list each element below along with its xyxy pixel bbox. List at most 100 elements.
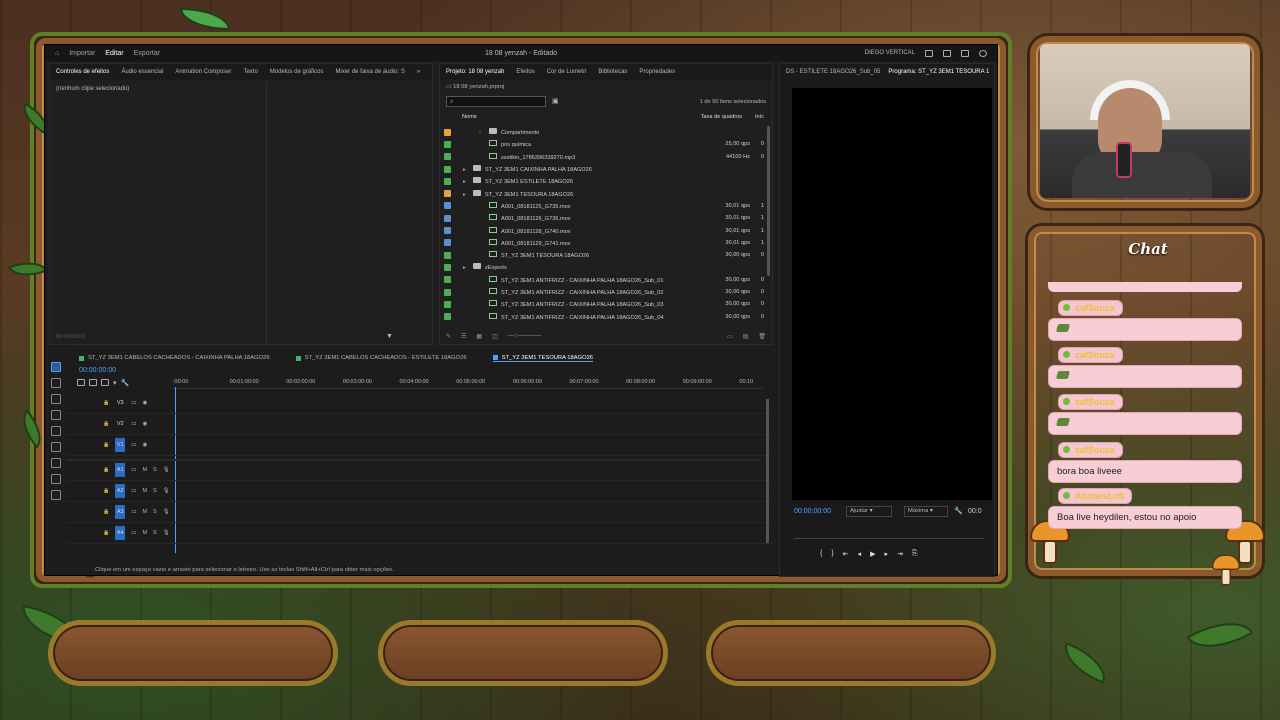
label-color-swatch[interactable] [444, 239, 451, 247]
voiceover-icon[interactable]: 🎙 [163, 488, 170, 494]
pen-tool-icon[interactable] [51, 442, 61, 452]
label-color-swatch[interactable] [444, 313, 451, 321]
project-item[interactable]: ▸ zExports [440, 261, 772, 273]
sync-lock-icon[interactable]: ▭ [131, 400, 136, 406]
track-target[interactable]: V1 [115, 438, 126, 452]
project-item[interactable]: ▸ ST_YZ 3EM1 TESOURA 18AGO26 [440, 187, 772, 199]
sequence-tab-2[interactable]: ST_YZ 3EM1 CABELOS CACHEADOS - ESTILETE … [295, 355, 467, 361]
tab-export[interactable]: Exportar [134, 50, 160, 57]
new-bin-icon[interactable]: ▭ [727, 333, 733, 340]
label-color-swatch[interactable] [444, 165, 451, 173]
project-item[interactable]: › Compartimento [440, 126, 772, 138]
mark-out-icon[interactable]: } [831, 550, 833, 558]
chat-username[interactable]: cafSouza [1058, 300, 1123, 316]
project-item[interactable]: A001_08181126_G736.mov 30,01 qps 1 [440, 212, 772, 224]
fullscreen-icon[interactable] [961, 49, 969, 57]
sequence-tab-3[interactable]: ST_YZ 3EM1 TESOURA 18AGO26 [492, 355, 594, 362]
tab-source[interactable]: DS - ESTILETE 18AGO26_Sub_05 [786, 69, 880, 75]
audio-track[interactable]: 🔒 A1 ▭ M S 🎙 [67, 460, 773, 481]
go-to-out-icon[interactable]: ⇥ [897, 550, 903, 558]
tab-libraries[interactable]: Bibliotecas [598, 69, 627, 75]
col-media-start[interactable]: Iníc [742, 114, 764, 124]
voiceover-icon[interactable]: 🎙 [163, 509, 170, 515]
project-item[interactable]: ST_YZ 3EM1 ANTIFRIZZ - CAIXINHA PALHA 18… [440, 298, 772, 310]
zoom-slider[interactable]: —○———— [508, 333, 542, 339]
label-color-swatch[interactable] [444, 214, 451, 222]
disclosure-triangle-icon[interactable]: ▸ [463, 167, 473, 173]
track-target[interactable]: A2 [115, 484, 126, 498]
tab-effect-controls[interactable]: Controles de efeitos [56, 69, 109, 75]
sync-lock-icon[interactable]: ▭ [131, 530, 136, 536]
label-color-swatch[interactable] [444, 177, 451, 185]
nest-icon[interactable] [77, 379, 85, 386]
tab-effects[interactable]: Efeitos [516, 69, 534, 75]
mute-button[interactable]: M [142, 467, 147, 473]
label-color-swatch[interactable] [444, 263, 451, 271]
label-color-swatch[interactable] [444, 190, 451, 198]
video-track[interactable]: 🔒 V3 ▭ ◉ [67, 393, 773, 414]
sync-lock-icon[interactable]: ▭ [131, 467, 136, 473]
track-target[interactable]: V3 [115, 396, 125, 410]
home-icon[interactable]: ⌂ [55, 50, 59, 57]
freeform-view-icon[interactable]: ◫ [492, 333, 498, 340]
tab-text[interactable]: Texto [243, 69, 257, 75]
mute-button[interactable]: M [142, 530, 147, 536]
project-item[interactable]: A001_08181125_G735.mov 30,01 qps 1 [440, 200, 772, 212]
type-tool-icon[interactable] [51, 490, 61, 500]
icon-view-icon[interactable]: ▦ [476, 333, 482, 340]
disclosure-triangle-icon[interactable]: ▸ [463, 192, 473, 198]
program-timecode[interactable]: 00:00:00:00 [794, 508, 831, 515]
lock-icon[interactable]: 🔒 [103, 467, 109, 473]
label-color-swatch[interactable] [444, 227, 451, 235]
sequence-tab-1[interactable]: ST_YZ 3EM1 CABELOS CACHEADOS - CAIXINHA … [79, 355, 270, 361]
audio-track[interactable]: 🔒 A3 ▭ M S 🎙 [67, 502, 773, 523]
track-target[interactable]: A4 [115, 526, 126, 540]
sync-lock-icon[interactable]: ▭ [131, 509, 136, 515]
lock-icon[interactable]: 🔒 [103, 421, 109, 427]
eye-icon[interactable]: ◉ [142, 421, 147, 427]
voiceover-icon[interactable]: 🎙 [163, 467, 170, 473]
label-color-swatch[interactable] [444, 202, 451, 210]
project-item[interactable]: ST_YZ 3EM1 ANTIFRIZZ - CAIXINHA PALHA 18… [440, 286, 772, 298]
tab-edit[interactable]: Editar [105, 50, 123, 57]
new-bin-icon[interactable]: ▣ [552, 97, 559, 105]
wrench-icon[interactable]: 🔧 [954, 507, 963, 515]
disclosure-triangle-icon[interactable]: › [479, 130, 489, 136]
label-color-swatch[interactable] [444, 288, 451, 296]
disclosure-triangle-icon[interactable]: ▸ [463, 265, 473, 271]
track-target[interactable]: A3 [115, 505, 126, 519]
lock-icon[interactable]: 🔒 [103, 530, 109, 536]
solo-button[interactable]: S [153, 530, 157, 536]
track-select-tool-icon[interactable] [51, 378, 61, 388]
workspace-icon[interactable] [925, 49, 933, 57]
track-target[interactable]: V2 [115, 417, 125, 431]
lock-icon[interactable]: 🔒 [103, 442, 109, 448]
quick-export-icon[interactable] [943, 49, 951, 57]
mute-button[interactable]: M [142, 509, 147, 515]
project-search-input[interactable]: ⌕ [446, 96, 546, 107]
label-color-swatch[interactable] [444, 276, 451, 284]
mute-button[interactable]: M [142, 488, 147, 494]
time-ruler[interactable]: :00:00 00:01:00:00 00:02:00:00 00:03:00:00 0… [173, 379, 763, 389]
timeline-timecode[interactable]: 00:00:00:00 [79, 367, 116, 374]
export-frame-icon[interactable]: ⎘ [912, 550, 918, 558]
label-color-swatch[interactable] [444, 153, 451, 161]
voiceover-icon[interactable]: 🎙 [163, 530, 170, 536]
tab-audio-mixer[interactable]: Mixer de faixa de áudio: S [335, 69, 404, 75]
chat-username[interactable]: cafSouza [1058, 442, 1123, 458]
tab-animation-composer[interactable]: Animation Composer [175, 69, 231, 75]
go-to-in-icon[interactable]: ⇤ [843, 550, 849, 558]
tab-program[interactable]: Programa: ST_YZ 3EM1 TESOURA 1 [888, 69, 989, 75]
video-track[interactable]: 🔒 V1 ▭ ◉ [67, 435, 773, 456]
project-item[interactable]: ST_YZ 3EM1 TESOURA 18AGO26 30,00 qps 0 [440, 249, 772, 261]
label-color-swatch[interactable] [444, 140, 451, 148]
playhead-scrubber[interactable] [794, 538, 984, 539]
timeline-settings-icon[interactable]: 🔧 [121, 379, 130, 387]
step-back-icon[interactable]: ◂ [858, 550, 862, 558]
project-item[interactable]: ▸ ST_YZ 3EM1 CAIXINHA PALHA 18AGO26 [440, 163, 772, 175]
play-icon[interactable]: ▶ [870, 550, 875, 558]
label-color-swatch[interactable] [444, 128, 451, 136]
eye-icon[interactable]: ◉ [142, 442, 147, 448]
chat-username[interactable]: cafSouza [1058, 394, 1123, 410]
fit-select[interactable]: Ajustar ▾ [846, 506, 892, 517]
